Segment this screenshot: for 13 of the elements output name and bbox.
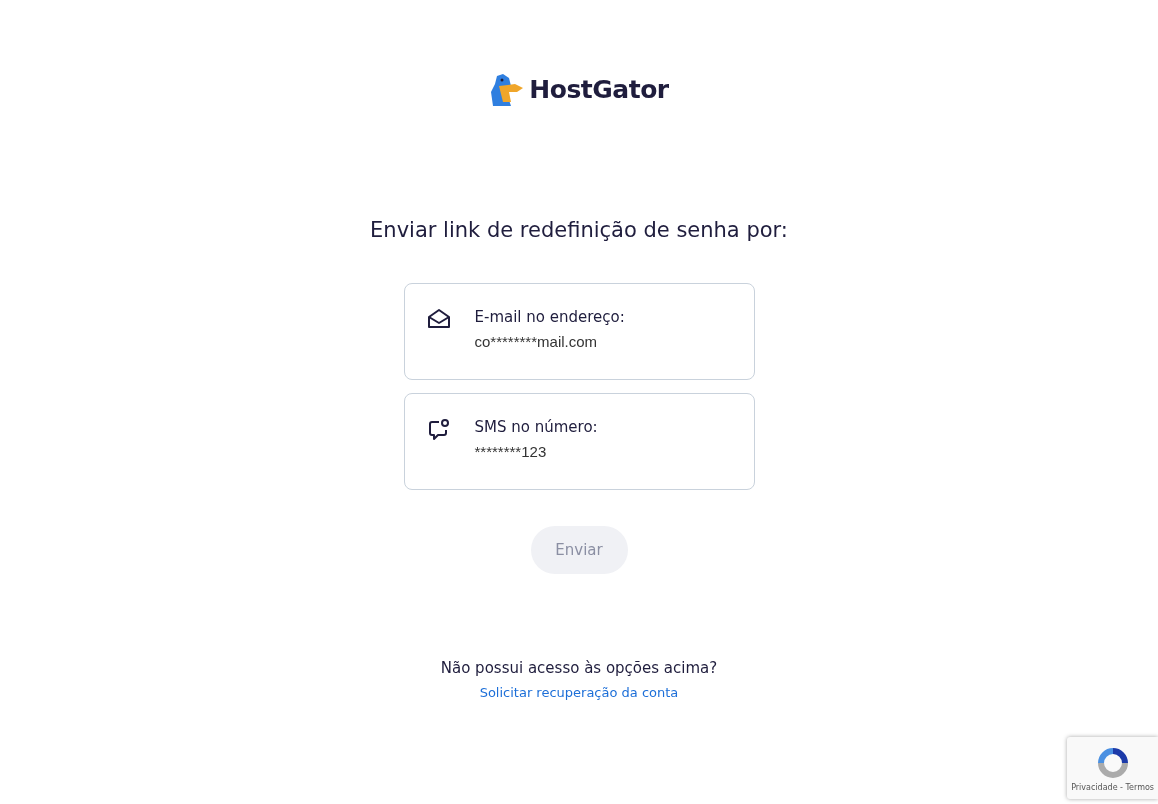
logo-text: HostGator bbox=[529, 74, 669, 104]
contact-option-card[interactable]: SMS no número: ********123 bbox=[403, 393, 755, 490]
account-recovery-link[interactable]: Solicitar recuperação da conta bbox=[479, 685, 679, 700]
chat-bubble-icon bbox=[426, 418, 451, 442]
page-heading: Enviar link de redefinição de senha por: bbox=[370, 218, 788, 242]
privacy-terms-text[interactable]: Privacidade - Termos bbox=[1071, 783, 1154, 792]
option-value: co********mail.com bbox=[474, 333, 599, 350]
help-question: Não possui acesso às opções acima? bbox=[440, 659, 718, 677]
contact-option-card[interactable]: E-mail no endereço: co********mail.com bbox=[403, 283, 755, 380]
envelope-icon bbox=[426, 308, 451, 330]
option-value: ********123 bbox=[474, 443, 548, 460]
option-label: E-mail no endereço: bbox=[474, 308, 625, 326]
option-label: SMS no número: bbox=[474, 418, 598, 436]
